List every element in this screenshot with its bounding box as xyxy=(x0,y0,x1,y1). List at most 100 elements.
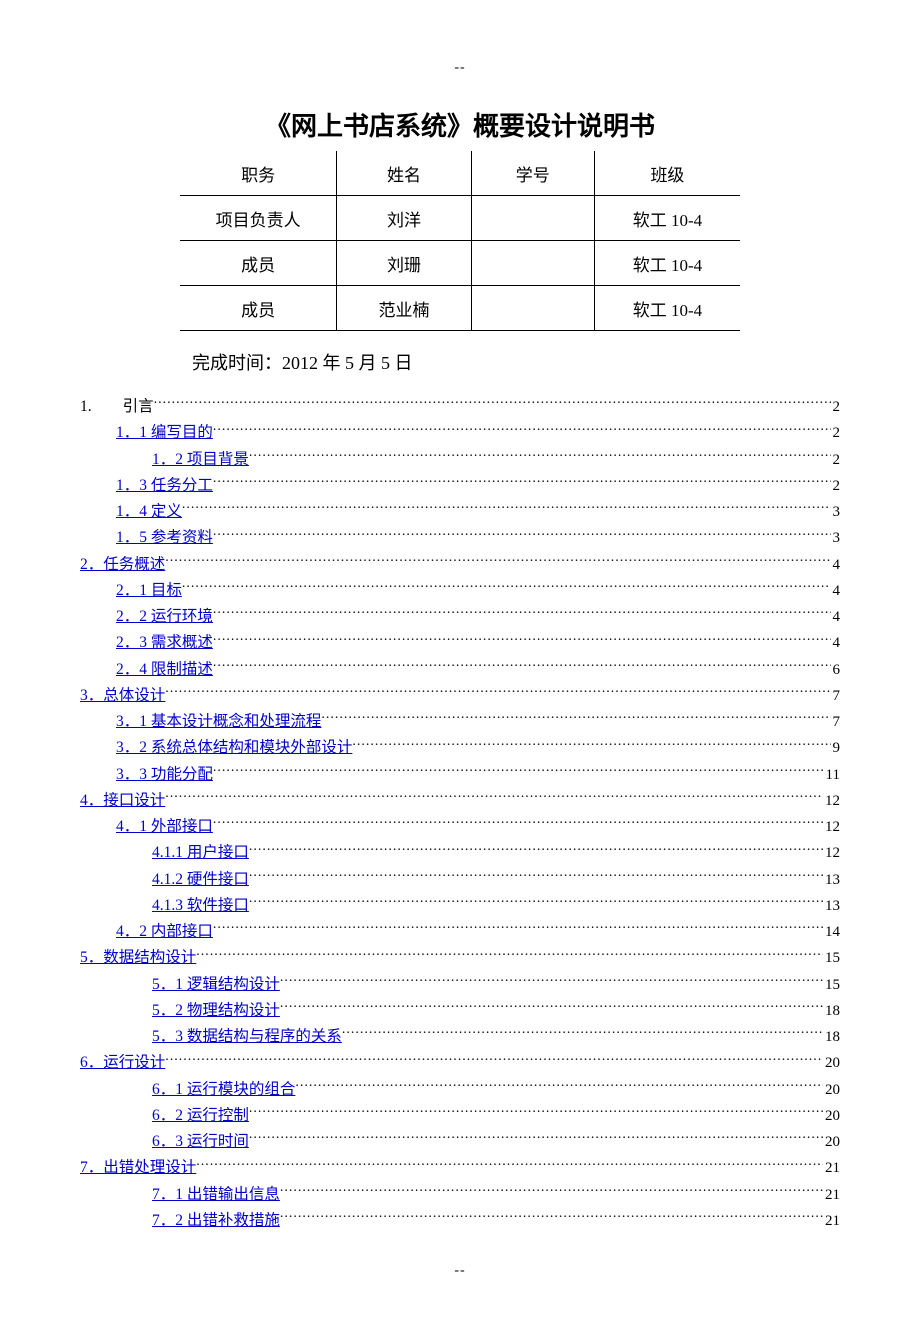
toc-row: 2．任务概述4 xyxy=(80,553,840,577)
toc-row: 5．1 逻辑结构设计15 xyxy=(80,973,840,997)
info-table: 职务 姓名 学号 班级 项目负责人 刘洋 软工 10-4 成员 刘珊 软工 10… xyxy=(180,151,740,331)
toc-link[interactable]: 2．4 限制描述 xyxy=(116,661,213,678)
toc-leader xyxy=(165,789,823,805)
toc-row: 1．3 任务分工 2 xyxy=(80,474,840,498)
toc-link[interactable]: 2．1 目标 xyxy=(116,582,182,599)
toc-page-number: 11 xyxy=(824,764,840,787)
toc-link[interactable]: 4.1.2 硬件接口 xyxy=(152,871,249,888)
toc-row: 3．总体设计7 xyxy=(80,684,840,708)
cell-id xyxy=(471,286,594,331)
toc-leader xyxy=(213,422,831,438)
toc-label-wrap: 7．1 出错输出信息 xyxy=(152,1183,280,1207)
toc-link[interactable]: 3．总体设计 xyxy=(80,687,165,704)
toc-label-wrap: 2．2 运行环境 xyxy=(116,605,213,629)
toc-row: 1．2 项目背景 2 xyxy=(80,448,840,472)
toc-link[interactable]: 1．3 任务分工 xyxy=(116,477,213,494)
toc-row: 1. 引言2 xyxy=(80,395,840,419)
toc-row: 7．1 出错输出信息21 xyxy=(80,1183,840,1207)
toc-page-number: 12 xyxy=(823,842,840,865)
toc-link[interactable]: 1．4 定义 xyxy=(116,503,182,520)
toc-row: 5．3 数据结构与程序的关系18 xyxy=(80,1025,840,1049)
toc-link[interactable]: 2．2 运行环境 xyxy=(116,608,213,625)
toc-link[interactable]: 6．2 运行控制 xyxy=(152,1107,249,1124)
toc-leader xyxy=(196,1157,823,1173)
toc-label-wrap: 4.1.1 用户接口 xyxy=(152,841,249,865)
toc-leader xyxy=(249,894,823,910)
toc-page-number: 21 xyxy=(823,1157,840,1180)
toc-row: 7．出错处理设计 21 xyxy=(80,1156,840,1180)
toc-leader xyxy=(213,606,831,622)
toc-leader xyxy=(182,501,831,517)
toc-label-wrap: 7．出错处理设计 xyxy=(80,1156,196,1180)
toc-leader xyxy=(280,1209,823,1225)
toc-link[interactable]: 2．任务概述 xyxy=(80,556,165,573)
toc-link[interactable]: 5．数据结构设计 xyxy=(80,949,196,966)
toc-link[interactable]: 6．1 运行模块的组合 xyxy=(152,1081,295,1098)
toc-link[interactable]: 4．接口设计 xyxy=(80,792,165,809)
toc-leader xyxy=(295,1078,823,1094)
toc-page-number: 2 xyxy=(831,422,841,445)
toc-row: 1．1 编写目的 2 xyxy=(80,421,840,445)
toc-leader xyxy=(165,553,830,569)
toc-row: 2．3 需求概述 4 xyxy=(80,631,840,655)
cell-id xyxy=(471,196,594,241)
toc-page-number: 21 xyxy=(823,1210,840,1233)
toc-link[interactable]: 4.1.1 用户接口 xyxy=(152,844,249,861)
completion-date: 完成时间：2012 年 5 月 5 日 xyxy=(192,349,840,375)
toc-row: 4．接口设计12 xyxy=(80,789,840,813)
table-row: 成员 范业楠 软工 10-4 xyxy=(180,286,740,331)
toc-link[interactable]: 4．1 外部接口 xyxy=(116,818,213,835)
toc-page-number: 3 xyxy=(831,501,841,524)
toc-link[interactable]: 6．运行设计 xyxy=(80,1054,165,1071)
toc-page-number: 13 xyxy=(823,869,840,892)
toc-label-wrap: 1．2 项目背景 xyxy=(152,448,249,472)
toc-page-number: 7 xyxy=(831,711,841,734)
toc-row: 6．1 运行模块的组合 20 xyxy=(80,1078,840,1102)
toc-label-wrap: 2．4 限制描述 xyxy=(116,658,213,682)
toc-page-number: 20 xyxy=(823,1079,840,1102)
toc-link[interactable]: 5．3 数据结构与程序的关系 xyxy=(152,1028,342,1045)
toc-leader xyxy=(213,527,831,543)
toc-label-wrap: 5．数据结构设计 xyxy=(80,946,196,970)
cell-role: 成员 xyxy=(180,241,337,286)
toc-link[interactable]: 1．5 参考资料 xyxy=(116,529,213,546)
toc-link[interactable]: 4.1.3 软件接口 xyxy=(152,897,249,914)
toc-link[interactable]: 3．3 功能分配 xyxy=(116,766,213,783)
toc-leader xyxy=(280,1183,823,1199)
toc-page-number: 6 xyxy=(831,659,841,682)
toc-link[interactable]: 5．2 物理结构设计 xyxy=(152,1002,280,1019)
toc-page-number: 15 xyxy=(823,947,840,970)
toc-leader xyxy=(249,1104,823,1120)
toc-label-wrap: 3．1 基本设计概念和处理流程 xyxy=(116,710,321,734)
toc-page-number: 2 xyxy=(831,396,841,419)
toc-link[interactable]: 4．2 内部接口 xyxy=(116,923,213,940)
toc-leader xyxy=(249,842,823,858)
toc-row: 1．4 定义 3 xyxy=(80,500,840,524)
toc-label-wrap: 6．运行设计 xyxy=(80,1051,165,1075)
toc-row: 2．2 运行环境4 xyxy=(80,605,840,629)
toc-page-number: 2 xyxy=(831,449,841,472)
toc-row: 3．3 功能分配 11 xyxy=(80,763,840,787)
toc-link[interactable]: 5．1 逻辑结构设计 xyxy=(152,976,280,993)
toc-page-number: 2 xyxy=(831,475,841,498)
toc-link[interactable]: 7．2 出错补救措施 xyxy=(152,1212,280,1229)
toc-label-wrap: 2．1 目标 xyxy=(116,579,182,603)
toc-link[interactable]: 1．2 项目背景 xyxy=(152,451,249,468)
toc-spacer xyxy=(92,398,123,415)
toc-link[interactable]: 6．3 运行时间 xyxy=(152,1133,249,1150)
toc-label-wrap: 6．1 运行模块的组合 xyxy=(152,1078,295,1102)
toc-label-wrap: 3．总体设计 xyxy=(80,684,165,708)
toc-link[interactable]: 1．1 编写目的 xyxy=(116,424,213,441)
toc-link[interactable]: 3．2 系统总体结构和模块外部设计 xyxy=(116,739,352,756)
toc-page-number: 14 xyxy=(823,921,840,944)
toc-link[interactable]: 2．3 需求概述 xyxy=(116,634,213,651)
cell-name: 刘洋 xyxy=(337,196,471,241)
toc-link[interactable]: 3．1 基本设计概念和处理流程 xyxy=(116,713,321,730)
toc-page-number: 4 xyxy=(831,632,841,655)
toc-row: 5．数据结构设计 15 xyxy=(80,946,840,970)
toc-link[interactable]: 7．1 出错输出信息 xyxy=(152,1186,280,1203)
header-dashes: -- xyxy=(80,60,840,76)
th-role: 职务 xyxy=(180,151,337,196)
toc-row: 2．1 目标4 xyxy=(80,579,840,603)
toc-link[interactable]: 7．出错处理设计 xyxy=(80,1159,196,1176)
